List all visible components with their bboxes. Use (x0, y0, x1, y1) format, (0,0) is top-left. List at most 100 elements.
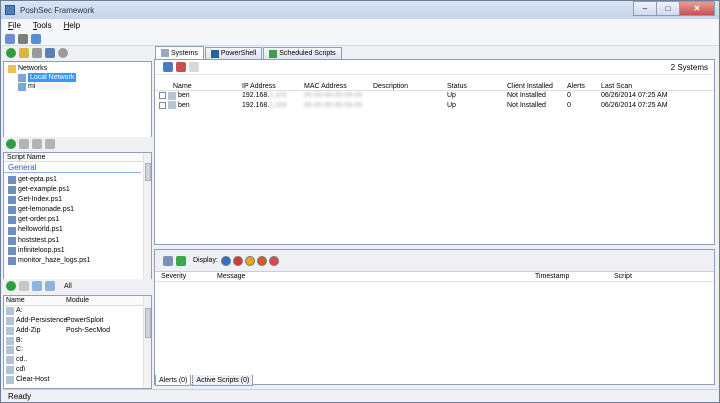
column-header-alerts[interactable]: Alerts (567, 82, 601, 90)
menu-file[interactable]: File (2, 19, 27, 32)
monitor-icon[interactable] (31, 33, 41, 44)
list-item[interactable]: get-epta.ps1 (4, 175, 151, 185)
scripts-scrollbar[interactable] (143, 153, 151, 289)
minimize-button[interactable]: – (633, 1, 657, 16)
row-checkbox[interactable] (159, 101, 166, 109)
stop-script-icon[interactable] (32, 139, 42, 149)
column-header-message[interactable]: Message (217, 272, 535, 281)
command-filter-value[interactable]: All (64, 283, 72, 290)
list-item[interactable]: helloworld.ps1 (4, 225, 151, 235)
column-header-mac[interactable]: MAC Address (304, 82, 373, 90)
column-header-last-scan[interactable]: Last Scan (601, 82, 681, 90)
run-script-icon[interactable] (19, 139, 29, 149)
table-row[interactable]: A: (4, 306, 151, 316)
table-row[interactable]: Add-Zip Posh-SecMod (4, 326, 151, 336)
computer-icon (168, 101, 176, 110)
tree-node-local-network[interactable]: Local Network (8, 73, 151, 82)
window-controls: – □ ✕ (633, 1, 715, 16)
systems-header: Name IP Address MAC Address Description … (155, 82, 714, 91)
app-icon (5, 5, 15, 15)
command-icon (6, 346, 14, 355)
table-row[interactable]: ben 192.168.1.103 00-00-00-00-00-00 Up N… (155, 91, 714, 101)
export-icon[interactable] (163, 255, 173, 266)
column-header-name[interactable]: Name (155, 82, 242, 90)
refresh-icon[interactable] (6, 139, 16, 149)
column-header-module[interactable]: Module (66, 296, 89, 305)
list-item[interactable]: get-order.ps1 (4, 215, 151, 225)
column-header-client-installed[interactable]: Client Installed (507, 82, 567, 90)
tag-icon[interactable] (5, 33, 15, 44)
checkmark-icon[interactable] (176, 255, 186, 266)
table-row[interactable]: cd\ (4, 365, 151, 375)
table-row[interactable]: Clear-Host (4, 375, 151, 385)
tree-node-mi[interactable]: mi ░░░░░░░ (8, 82, 151, 91)
status-text: Ready (8, 392, 32, 401)
main-toolbar (2, 32, 718, 46)
tab-scheduled-scripts[interactable]: Scheduled Scripts (263, 47, 342, 59)
column-header-description[interactable]: Description (373, 82, 447, 90)
delete-icon[interactable] (32, 48, 42, 58)
networks-tree: Networks Local Network mi ░░░░░░░ (3, 61, 152, 143)
menu-tools[interactable]: Tools (27, 19, 58, 32)
refresh-icon[interactable] (6, 281, 16, 291)
list-item[interactable]: get-lemonade.ps1 (4, 205, 151, 215)
tab-systems[interactable]: Systems (155, 46, 204, 59)
alert-icon[interactable] (268, 255, 279, 266)
tab-active-scripts[interactable]: Active Scripts (0) (192, 375, 254, 386)
document-icon[interactable] (189, 62, 199, 72)
mail-icon[interactable] (18, 33, 28, 44)
column-header-ip[interactable]: IP Address (242, 82, 304, 90)
list-item[interactable]: infiniteloop.ps1 (4, 246, 151, 256)
scan-icon[interactable] (45, 48, 55, 58)
add-network-icon[interactable] (19, 48, 29, 58)
filter-icon[interactable] (19, 281, 29, 291)
column-header-timestamp[interactable]: Timestamp (535, 272, 614, 281)
script-icon (8, 196, 16, 205)
settings-icon[interactable] (58, 48, 68, 58)
tab-powershell[interactable]: PowerShell (204, 47, 263, 59)
close-button[interactable]: ✕ (679, 1, 715, 16)
left-panel: Networks Local Network mi ░░░░░░░ Script… (3, 46, 152, 389)
table-row[interactable]: cd.. (4, 355, 151, 365)
column-header-script[interactable]: Script (614, 272, 694, 281)
script-icon (8, 236, 16, 245)
table-row[interactable]: ben 192.168.1.104 00-00-00-00-00-00 Up N… (155, 101, 714, 111)
list-item[interactable]: get-example.ps1 (4, 185, 151, 195)
scripts-header[interactable]: Script Name (4, 153, 151, 162)
error-icon[interactable] (232, 255, 243, 266)
title-bar[interactable]: PoshSec Framework – □ ✕ (1, 1, 719, 19)
maximize-button[interactable]: □ (656, 1, 680, 16)
script-icon (8, 176, 16, 185)
scan-network-icon[interactable] (176, 62, 186, 72)
command-icon (6, 316, 14, 325)
info-icon[interactable] (220, 255, 231, 266)
list-item[interactable]: hoststest.ps1 (4, 236, 151, 246)
column-header-name[interactable]: Name (6, 296, 66, 305)
menu-help[interactable]: Help (58, 19, 86, 32)
commands-header: Name Module (4, 296, 151, 306)
critical-icon[interactable] (256, 255, 267, 266)
cmdlet-icon[interactable] (32, 281, 42, 291)
warning-icon[interactable] (244, 255, 255, 266)
function-icon[interactable] (45, 281, 55, 291)
list-item[interactable]: monitor_haze_logs.ps1 (4, 256, 151, 266)
redacted-text: ░░░░░░░ (35, 83, 71, 90)
schedule-icon[interactable] (45, 139, 55, 149)
network-toolbar (3, 46, 152, 60)
table-row[interactable]: Add-Persistence PowerSploit (4, 316, 151, 326)
add-system-icon[interactable] (163, 62, 173, 72)
systems-count: 2 Systems (670, 63, 708, 72)
list-item[interactable]: Get-Index.ps1 (4, 195, 151, 205)
script-icon (8, 216, 16, 225)
commands-scrollbar[interactable] (143, 296, 151, 388)
row-checkbox[interactable] (159, 92, 166, 100)
column-header-severity[interactable]: Severity (155, 272, 217, 281)
systems-icon (161, 49, 169, 57)
tree-node-networks[interactable]: Networks (8, 64, 151, 73)
column-header-status[interactable]: Status (447, 82, 507, 90)
table-row[interactable]: B: (4, 336, 151, 346)
table-row[interactable]: C: (4, 345, 151, 355)
tab-alerts[interactable]: Alerts (0) (155, 375, 192, 386)
refresh-icon[interactable] (6, 48, 16, 58)
commands-list: Name Module A: Add-Persistence PowerSploi… (3, 295, 152, 389)
